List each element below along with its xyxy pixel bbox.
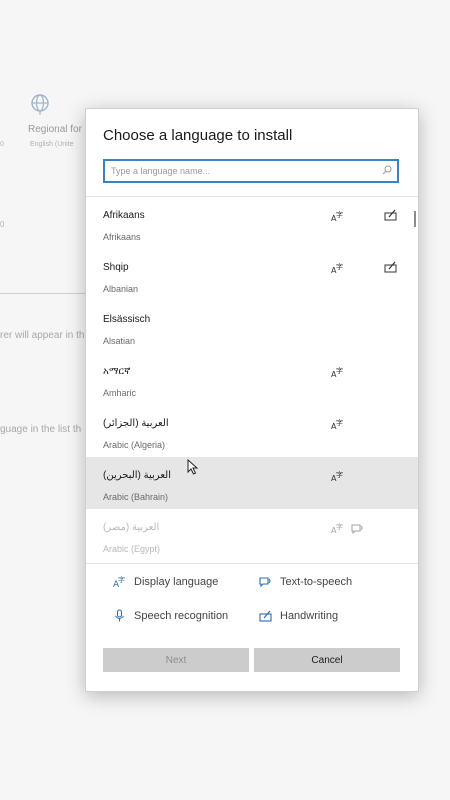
language-english-name: Afrikaans	[103, 232, 141, 242]
svg-text:字: 字	[336, 366, 343, 375]
bg-text-b: 0	[0, 220, 5, 229]
svg-text:字: 字	[336, 522, 343, 531]
legend-text-to-speech: Text-to-speech	[259, 575, 352, 588]
language-list-item[interactable]: العربية (الجزائر) Arabic (Algeria) A字	[86, 405, 418, 457]
language-list-item[interactable]: Elsässisch Alsatian	[86, 301, 418, 353]
svg-text:字: 字	[336, 210, 343, 219]
mouse-cursor-icon	[187, 459, 199, 475]
language-native-name: Afrikaans	[103, 210, 145, 221]
bg-text-line-1: rer will appear in th	[0, 330, 85, 341]
display-language-icon: A字	[331, 210, 343, 222]
choose-language-dialog: Choose a language to install Afrikaans A…	[85, 108, 419, 692]
handwriting-icon	[259, 610, 272, 622]
display-language-icon: A字	[331, 522, 343, 534]
bg-text-a: 0	[0, 141, 4, 148]
language-native-name: Elsässisch	[103, 314, 151, 325]
language-english-name: Arabic (Bahrain)	[103, 492, 169, 502]
display-language-icon: A字	[331, 470, 343, 482]
list-divider-bottom	[86, 563, 418, 564]
list-scrollbar[interactable]	[414, 211, 416, 227]
language-list-item-selected[interactable]: العربية (البحرين) Arabic (Bahrain) A字	[86, 457, 418, 509]
display-language-icon: A字	[331, 262, 343, 274]
cancel-button[interactable]: Cancel	[254, 648, 400, 672]
language-search-input[interactable]	[111, 161, 373, 181]
bg-text-line-2: guage in the list th	[0, 424, 82, 435]
language-native-name: العربية (الجزائر)	[103, 418, 169, 429]
svg-text:字: 字	[336, 418, 343, 427]
text-to-speech-icon	[351, 524, 363, 534]
legend-handwriting: Handwriting	[259, 609, 338, 622]
language-list-item[interactable]: العربية (مصر) Arabic (Egypt) A字	[86, 509, 418, 561]
handwriting-icon	[384, 261, 397, 273]
handwriting-icon	[384, 209, 397, 221]
text-to-speech-icon	[259, 577, 271, 588]
language-english-name: Arabic (Algeria)	[103, 440, 166, 450]
legend-speech-recognition-label: Speech recognition	[134, 609, 229, 622]
svg-text:字: 字	[336, 262, 343, 271]
legend-text-to-speech-label: Text-to-speech	[280, 575, 353, 588]
dialog-title: Choose a language to install	[103, 127, 293, 144]
legend-display-language: A字 Display language	[113, 575, 218, 588]
search-box[interactable]	[103, 159, 399, 183]
language-list: Afrikaans Afrikaans A字 Shqip Albanian A字…	[86, 197, 418, 563]
language-english-name: Alsatian	[103, 336, 136, 346]
language-english-name: Albanian	[103, 284, 139, 294]
language-native-name: Shqip	[103, 262, 129, 273]
next-button[interactable]: Next	[103, 648, 249, 672]
language-list-item[interactable]: አማርኛ Amharic A字	[86, 353, 418, 405]
language-native-name: አማርኛ	[103, 366, 131, 377]
language-list-item[interactable]: Afrikaans Afrikaans A字	[86, 197, 418, 249]
language-native-name: العربية (البحرين)	[103, 470, 171, 481]
legend-display-language-label: Display language	[134, 575, 219, 588]
display-language-icon: A字	[113, 575, 125, 588]
search-icon	[382, 165, 392, 175]
language-english-name: Arabic (Egypt)	[103, 544, 161, 554]
display-language-icon: A字	[331, 418, 343, 430]
regional-format-label: Regional for	[28, 124, 82, 135]
microphone-icon	[115, 609, 124, 622]
legend-speech-recognition: Speech recognition	[113, 609, 228, 622]
language-native-name: العربية (مصر)	[103, 522, 160, 533]
legend-handwriting-label: Handwriting	[280, 609, 339, 622]
bg-divider	[0, 293, 86, 294]
svg-text:字: 字	[118, 575, 125, 584]
svg-text:字: 字	[336, 470, 343, 479]
globe-icon	[31, 94, 49, 115]
display-language-icon: A字	[331, 366, 343, 378]
language-english-name: Amharic	[103, 388, 137, 398]
language-list-item[interactable]: Shqip Albanian A字	[86, 249, 418, 301]
regional-format-sub: English (Unite	[30, 141, 74, 148]
